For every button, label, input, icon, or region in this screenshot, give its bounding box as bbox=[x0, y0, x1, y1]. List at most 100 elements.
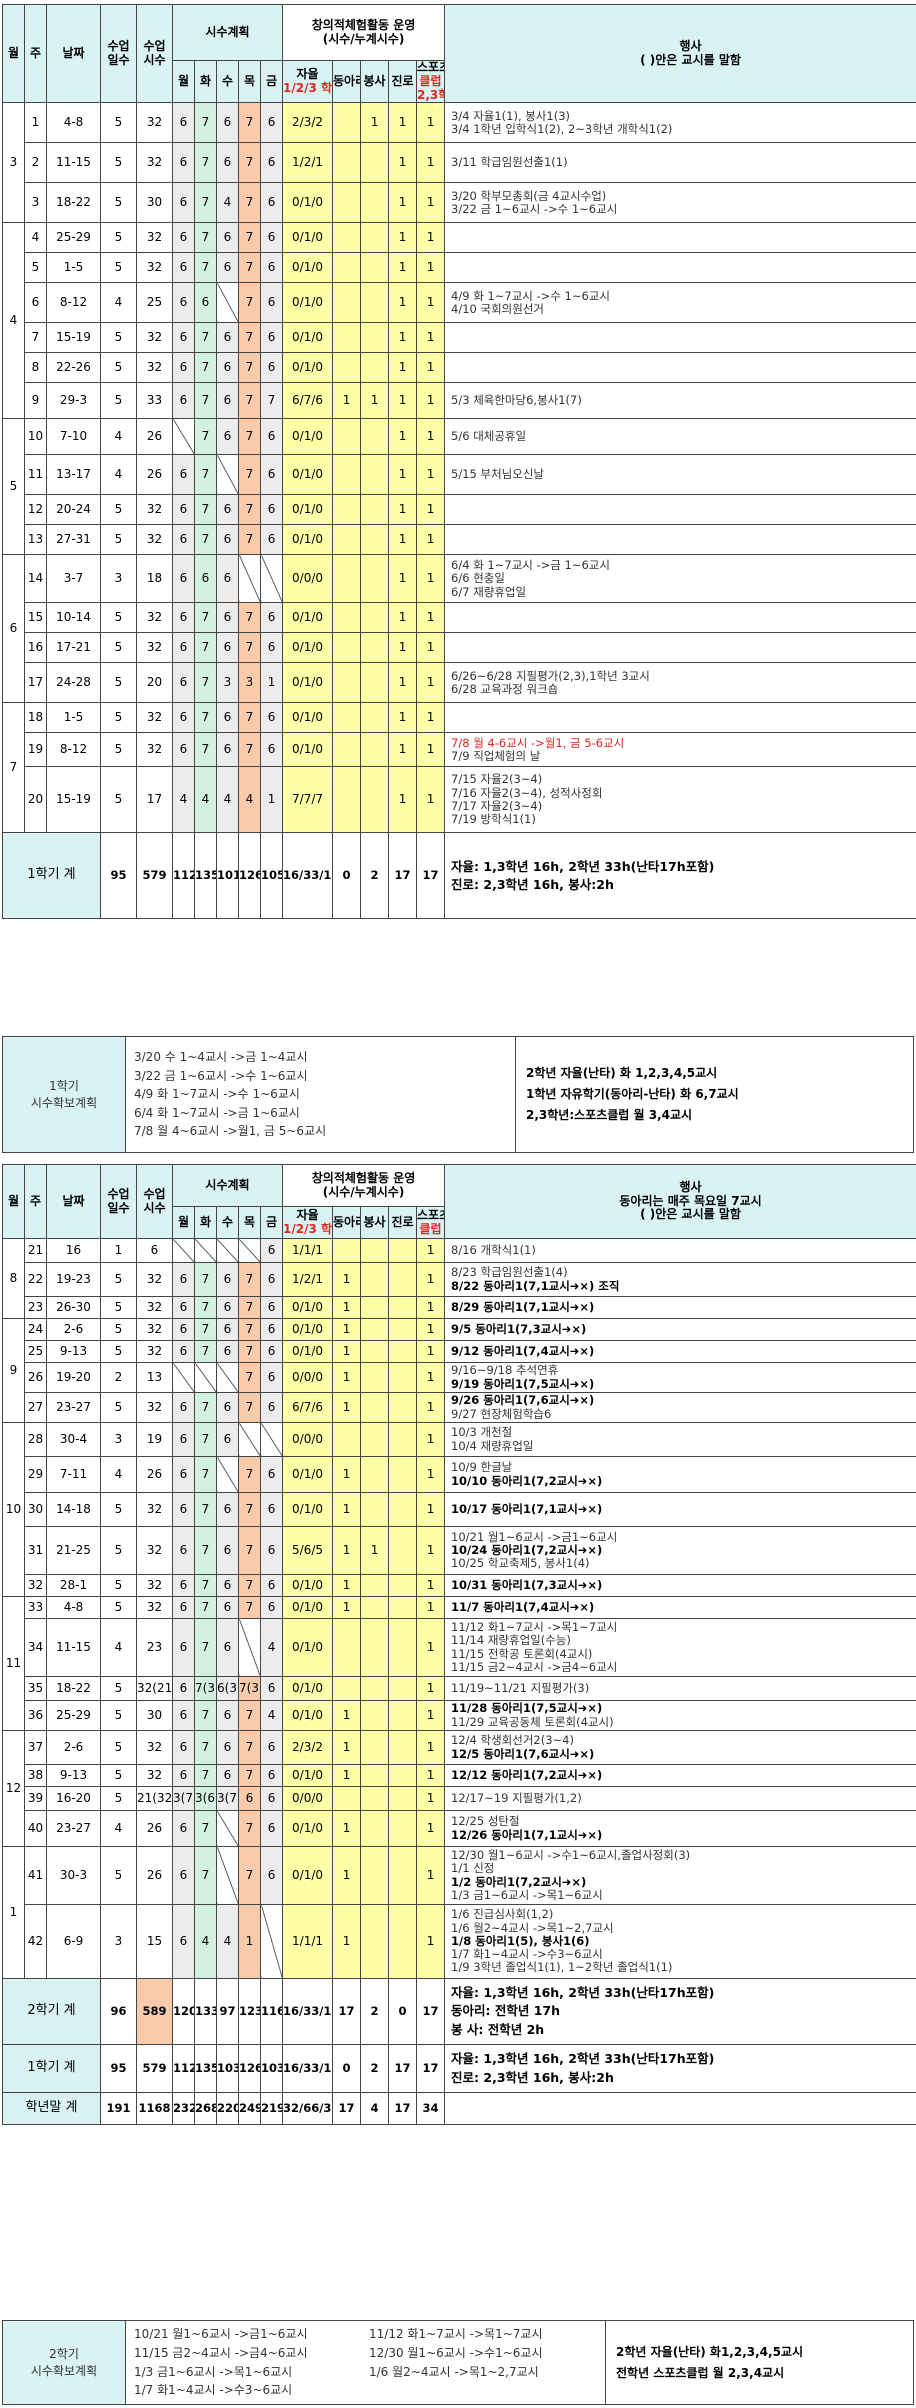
activity-cell: 1 bbox=[416, 1362, 446, 1393]
weekday-hours: 7 bbox=[238, 352, 261, 384]
date-range: 18-22 bbox=[46, 182, 101, 224]
weekday-hours: 7 bbox=[194, 418, 217, 456]
text-line: 자율 bbox=[296, 66, 319, 81]
activity-cell bbox=[360, 702, 390, 734]
table-row: 5 1-5 5 32 6 7 6 7 6 0/1/0 1 1 bbox=[3, 252, 916, 284]
year-total-blank bbox=[444, 2092, 916, 2125]
activity-cell bbox=[360, 1262, 390, 1297]
activity-cell bbox=[360, 732, 390, 768]
weekday-hours: 6 bbox=[172, 1340, 195, 1363]
weekday-hours: 7 bbox=[238, 1526, 261, 1575]
weekday-hours: 6 bbox=[216, 494, 239, 526]
activity-cell bbox=[360, 494, 390, 526]
activity-cell: 1 bbox=[332, 1340, 362, 1363]
summary-line: 자율: 1,3학년 16h, 2학년 33h(난타17h포함) bbox=[451, 2051, 715, 2067]
event-cell bbox=[444, 322, 916, 354]
activity-cell: 1 bbox=[388, 322, 418, 354]
month-cell: 4 bbox=[2, 222, 25, 420]
weekday-hours: 7 bbox=[194, 1340, 217, 1363]
plan-item: 3/22 금 1~6교시 ->수 1~6교시 bbox=[134, 1068, 308, 1083]
event-cell bbox=[444, 494, 916, 526]
event-line: 10/9 한글날 bbox=[451, 1460, 513, 1475]
date-range: 20-24 bbox=[46, 494, 101, 526]
table-row: 11 13-17 4 26 6 7 7 6 0/1/0 1 1 5/15 부처님오신날 bbox=[3, 454, 916, 496]
activity-cell bbox=[332, 662, 362, 704]
class-hours: 23 bbox=[136, 1618, 173, 1677]
weekday-hours: 6 bbox=[259, 494, 284, 526]
event-cell: 3/20 학부모총회(금 4교시수업) 3/22 금 1~6교시 ->수 1~6교… bbox=[444, 182, 916, 224]
week-number: 14 bbox=[24, 554, 47, 604]
class-days: 5 bbox=[100, 142, 137, 184]
weekday-hours: 6 bbox=[259, 1392, 284, 1423]
weekday-hours: 6 bbox=[172, 632, 195, 664]
class-hours: 6 bbox=[136, 1238, 173, 1263]
date-range: 4-8 bbox=[46, 1596, 101, 1619]
activity-cell: 2/3/2 bbox=[282, 102, 334, 144]
weekday-hours: 6 bbox=[216, 1700, 239, 1731]
weekday-hours: 6 bbox=[216, 352, 239, 384]
week-number: 32 bbox=[24, 1574, 47, 1597]
weekday-hours: 7 bbox=[238, 1846, 261, 1905]
total-hours: 579 bbox=[136, 2044, 173, 2093]
sem2-hour-plan: 2학기 시수확보계획 10/21 월1~6교시 ->금1~6교시 11/12 화1~7… bbox=[2, 2320, 914, 2405]
activity-cell bbox=[360, 1318, 390, 1341]
class-days: 5 bbox=[100, 1596, 137, 1619]
event-cell: 8/16 개학식1(1) bbox=[444, 1238, 916, 1263]
weekday-hours: 6(3) bbox=[216, 1676, 239, 1701]
class-days: 4 bbox=[100, 282, 137, 324]
class-days: 5 bbox=[100, 182, 137, 224]
weekday-hours: 6 bbox=[172, 182, 195, 224]
year-total-weekday: 268 bbox=[194, 2092, 217, 2125]
text-line: 1/2/3 학년 bbox=[283, 1221, 333, 1236]
weekday-hours: 7 bbox=[194, 222, 217, 254]
activity-cell bbox=[360, 662, 390, 704]
activity-cell bbox=[360, 1904, 390, 1979]
activity-cell bbox=[360, 1786, 390, 1811]
event-line: 3/4 1학년 입학식1(2), 2~3학년 개학식1(2) bbox=[451, 121, 673, 136]
activity-cell bbox=[332, 182, 362, 224]
weekday-hours: 6 bbox=[216, 1392, 239, 1423]
plan-item: 4/9 화 1~7교시 ->수 1~6교시 bbox=[134, 1087, 300, 1102]
plan-item: 6/4 화 1~7교시 ->금 1~6교시 bbox=[134, 1105, 300, 1120]
table-row: 15 10-14 5 32 6 7 6 7 6 0/1/0 1 1 bbox=[3, 602, 916, 634]
date-range: 24-28 bbox=[46, 662, 101, 704]
week-number: 7 bbox=[24, 322, 47, 354]
activity-cell: 5/6/5 bbox=[282, 1526, 334, 1575]
table-row: 34 11-15 4 23 6 7 6 4 0/1/0 1 11/12 화1~7교시 ->목1~7교… bbox=[3, 1618, 916, 1677]
class-days: 4 bbox=[100, 1618, 137, 1677]
weekday-hours: 7 bbox=[238, 1764, 261, 1787]
activity-cell: 0/0/0 bbox=[282, 554, 334, 604]
activity-cell bbox=[388, 1456, 418, 1493]
date-range: 15-19 bbox=[46, 766, 101, 834]
event-line: 11/19~11/21 지필평가(3) bbox=[451, 1680, 590, 1695]
activity-cell: 0/1/0 bbox=[282, 182, 334, 224]
week-number: 36 bbox=[24, 1700, 47, 1731]
header-activity-1: 동아리 bbox=[332, 1206, 362, 1239]
blank-day-slash bbox=[194, 1238, 217, 1263]
event-cell: 4/9 화 1~7교시 ->수 1~6교시 4/10 국회의원선거 bbox=[444, 282, 916, 324]
weekday-hours: 6 bbox=[259, 1574, 284, 1597]
plan-title-line: 2학기 bbox=[49, 2346, 79, 2361]
weekday-hours: 7 bbox=[194, 732, 217, 768]
event-cell: 11/7 동아리1(7,4교시➜×) bbox=[444, 1596, 916, 1619]
date-range: 19-23 bbox=[46, 1262, 101, 1297]
event-cell: 3/11 학급임원선출1(1) bbox=[444, 142, 916, 184]
event-cell bbox=[444, 632, 916, 664]
weekday-hours: 6 bbox=[259, 142, 284, 184]
weekday-hours: 6 bbox=[172, 1392, 195, 1423]
weekday-hours: 6 bbox=[172, 1904, 195, 1979]
activity-cell bbox=[388, 1318, 418, 1341]
plan-item: 1/3 금1~6교시 ->목1~6교시 bbox=[134, 2364, 293, 2379]
class-days: 3 bbox=[100, 554, 137, 604]
weekday-hours: 7 bbox=[238, 182, 261, 224]
month-cell: 10 bbox=[2, 1422, 25, 1597]
date-range: 30-4 bbox=[46, 1422, 101, 1457]
weekday-hours: 7 bbox=[238, 732, 261, 768]
total-weekday: 120 bbox=[172, 1978, 195, 2045]
activity-cell bbox=[360, 352, 390, 384]
class-days: 5 bbox=[100, 524, 137, 556]
activity-cell bbox=[360, 1492, 390, 1527]
activity-cell bbox=[332, 102, 362, 144]
weekday-hours: 6 bbox=[259, 222, 284, 254]
class-hours: 30 bbox=[136, 1700, 173, 1731]
